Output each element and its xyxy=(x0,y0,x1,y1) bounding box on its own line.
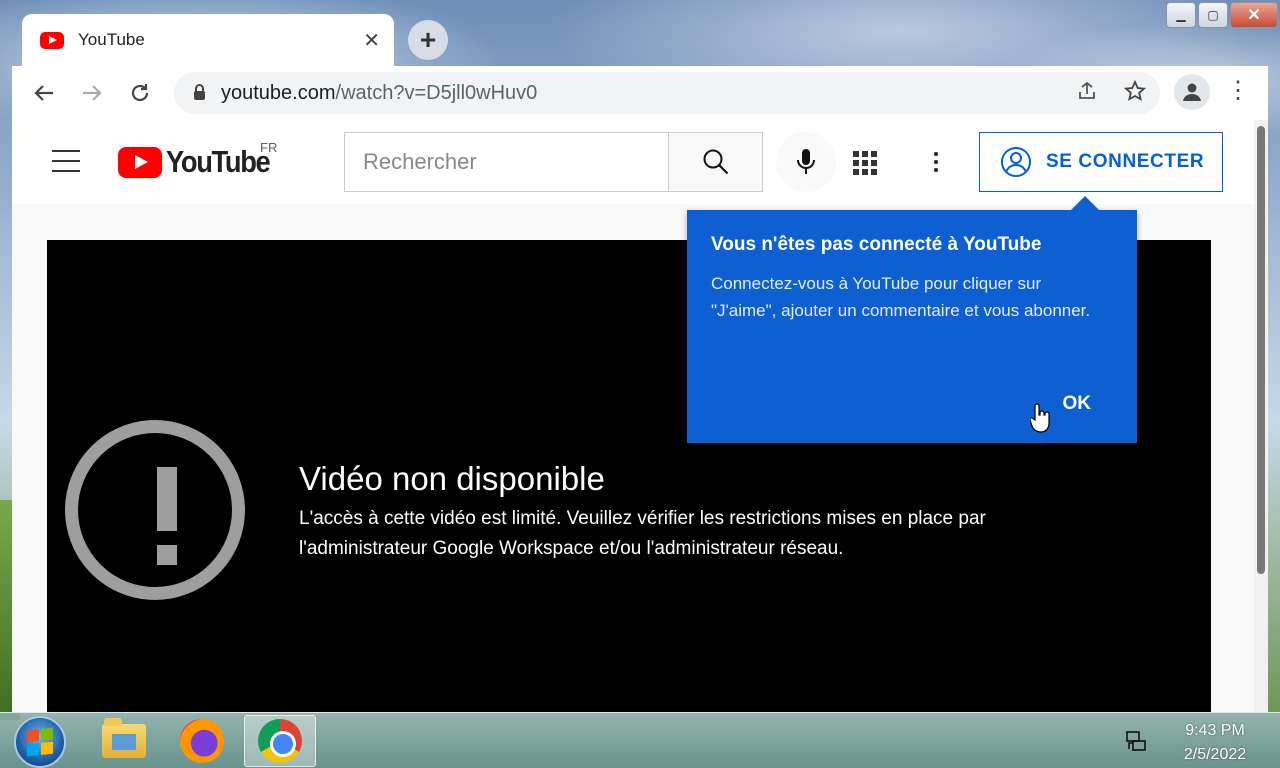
firefox-icon xyxy=(180,719,224,763)
reload-icon[interactable] xyxy=(118,71,162,115)
url-text: youtube.com/watch?v=D5jll0wHuv0 xyxy=(221,81,538,104)
start-button[interactable] xyxy=(14,716,66,768)
sign-in-label: SE CONNECTER xyxy=(1046,151,1205,172)
network-icon[interactable] xyxy=(1124,729,1148,753)
region-code: FR xyxy=(260,140,278,155)
page-content: YouTube FR SE CONNECTER xyxy=(12,120,1254,712)
address-bar[interactable]: youtube.com/watch?v=D5jll0wHuv0 xyxy=(174,72,1160,114)
omnibox-actions xyxy=(1076,79,1147,108)
taskbar: 9:43 PM 2/5/2022 xyxy=(0,712,1280,768)
youtube-logo[interactable]: YouTube xyxy=(118,144,284,180)
clock-date: 2/5/2022 xyxy=(1183,746,1247,763)
warning-icon xyxy=(65,420,245,600)
menu-icon[interactable] xyxy=(52,150,80,180)
browser-tab[interactable]: YouTube ✕ xyxy=(22,14,394,66)
clock-time: 9:43 PM xyxy=(1185,722,1245,739)
tooltip-ok-button[interactable]: OK xyxy=(1063,393,1092,415)
search-box[interactable] xyxy=(344,132,668,192)
tooltip-title: Vous n'êtes pas connecté à YouTube xyxy=(711,234,1042,255)
minimize-button[interactable]: ▁ xyxy=(1166,2,1196,28)
search-button[interactable] xyxy=(668,132,763,192)
page-scrollbar[interactable] xyxy=(1254,120,1268,712)
maximize-button[interactable]: ▢ xyxy=(1198,2,1228,28)
start-icon xyxy=(27,727,53,757)
apps-icon[interactable] xyxy=(848,146,880,178)
sign-in-tooltip: Vous n'êtes pas connecté à YouTube Conne… xyxy=(687,196,1137,443)
unavailable-title: Vidéo non disponible xyxy=(299,460,605,497)
youtube-header: YouTube FR SE CONNECTER xyxy=(12,120,1254,204)
back-icon[interactable] xyxy=(22,71,66,115)
share-icon[interactable] xyxy=(1076,80,1098,108)
sign-in-button[interactable]: SE CONNECTER xyxy=(979,132,1223,192)
voice-search-button[interactable] xyxy=(776,132,836,192)
forward-icon[interactable] xyxy=(70,71,114,115)
system-clock[interactable]: 9:43 PM 2/5/2022 xyxy=(1160,719,1270,767)
taskbar-explorer[interactable] xyxy=(88,715,160,767)
mic-icon xyxy=(797,149,815,174)
browser-toolbar: youtube.com/watch?v=D5jll0wHuv0 ⋮ xyxy=(12,66,1268,120)
tab-title: YouTube xyxy=(78,30,145,49)
youtube-logo-text: YouTube xyxy=(166,144,271,179)
lock-icon[interactable] xyxy=(194,84,205,100)
close-window-button[interactable]: ✕ xyxy=(1230,2,1278,28)
profile-icon[interactable] xyxy=(1174,74,1210,110)
new-tab-button[interactable]: + xyxy=(408,20,448,60)
folder-icon xyxy=(102,718,146,758)
tooltip-body: Connectez-vous à YouTube pour cliquer su… xyxy=(711,274,1091,320)
unavailable-message: L'accès à cette vidéo est limité. Veuill… xyxy=(299,508,986,559)
chrome-icon xyxy=(258,719,302,763)
browser-menu-icon[interactable]: ⋮ xyxy=(1226,76,1250,105)
hand-cursor-icon xyxy=(1030,403,1050,433)
search-icon xyxy=(703,149,728,175)
taskbar-firefox[interactable] xyxy=(166,715,238,767)
search-input[interactable] xyxy=(363,149,668,175)
chrome-window: ▁ ▢ ✕ YouTube ✕ + youtube.com/watch?v=D5… xyxy=(12,0,1278,712)
account-icon xyxy=(1001,147,1031,177)
more-icon[interactable] xyxy=(918,142,954,182)
star-icon[interactable] xyxy=(1123,79,1147,108)
taskbar-chrome[interactable] xyxy=(244,715,316,767)
youtube-logo-icon xyxy=(118,146,162,178)
scrollbar-thumb[interactable] xyxy=(1257,126,1265,574)
tab-close-icon[interactable]: ✕ xyxy=(363,28,380,53)
window-controls: ▁ ▢ ✕ xyxy=(1164,2,1278,28)
youtube-favicon-icon xyxy=(40,31,64,49)
